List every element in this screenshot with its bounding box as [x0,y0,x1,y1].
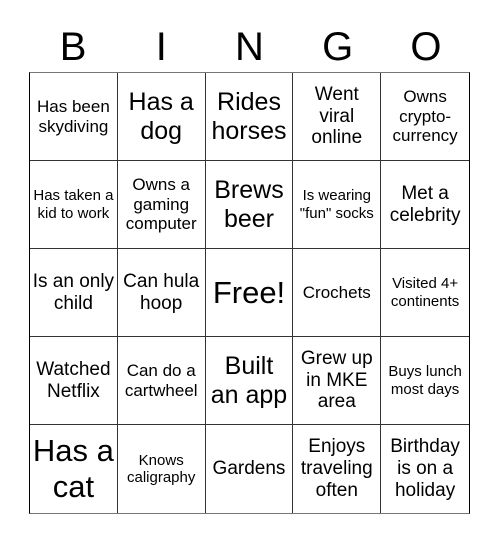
bingo-cell[interactable]: Watched Netflix [30,337,118,425]
bingo-cell[interactable]: Is wearing "fun" socks [293,161,382,249]
bingo-cell[interactable]: Is an only child [30,249,118,337]
bingo-cell[interactable]: Owns a gaming computer [117,161,206,249]
bingo-cell[interactable]: Went viral online [293,73,382,161]
bingo-cell[interactable]: Can hula hoop [117,249,206,337]
bingo-cell[interactable]: Has a cat [30,425,118,513]
bingo-cell[interactable]: Gardens [206,425,294,513]
bingo-cell[interactable]: Grew up in MKE area [293,337,382,425]
bingo-cell[interactable]: Has been skydiving [30,73,118,161]
bingo-cell[interactable]: Owns crypto-currency [381,73,469,161]
bingo-cell[interactable]: Buys lunch most days [381,337,469,425]
bingo-header: B I N G O [29,22,470,72]
bingo-cell[interactable]: Met a celebrity [381,161,469,249]
bingo-cell[interactable]: Brews beer [205,161,294,249]
bingo-cell[interactable]: Crochets [293,249,382,337]
bingo-cell[interactable]: Can do a cartwheel [117,337,206,425]
bingo-cell[interactable]: Built an app [205,337,294,425]
header-letter-n: N [235,25,264,69]
header-letter-i: I [155,25,167,69]
header-letter-g: G [322,25,354,69]
bingo-cell[interactable]: Rides horses [205,73,294,161]
free-space-cell[interactable]: Free! [205,249,294,337]
header-letter-b: B [59,25,87,69]
bingo-card: Has been skydiving Has a dog Rides horse… [29,72,470,514]
bingo-cell[interactable]: Visited 4+ continents [381,249,469,337]
header-letter-o: O [410,25,442,69]
bingo-cell[interactable]: Has taken a kid to work [30,161,118,249]
bingo-cell[interactable]: Has a dog [117,73,206,161]
bingo-cell[interactable]: Enjoys traveling often [293,425,382,513]
bingo-cell[interactable]: Knows caligraphy [118,425,206,513]
bingo-cell[interactable]: Birthday is on a holiday [381,425,469,513]
